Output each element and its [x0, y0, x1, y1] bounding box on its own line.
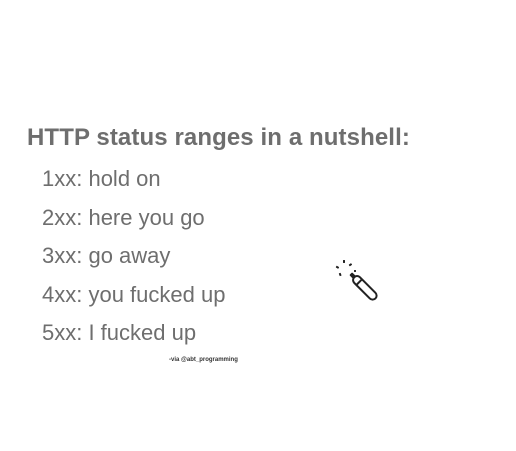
status-line-3xx: 3xx: go away [42, 243, 171, 268]
status-line-2xx: 2xx: here you go [42, 204, 205, 230]
magic-wand-icon [335, 260, 378, 301]
status-line-1xx: 1xx: hold on [42, 166, 161, 191]
status-line-4xx: 4xx: you fucked up [42, 281, 226, 307]
status-range-list: 1xx: hold on 2xx: here you go 3xx: go aw… [42, 166, 225, 359]
status-line-5xx: 5xx: I fucked up [42, 320, 197, 345]
meme-title: HTTP status ranges in a nutshell: [27, 124, 410, 151]
credit-text: -via @abt_programming [169, 357, 238, 363]
